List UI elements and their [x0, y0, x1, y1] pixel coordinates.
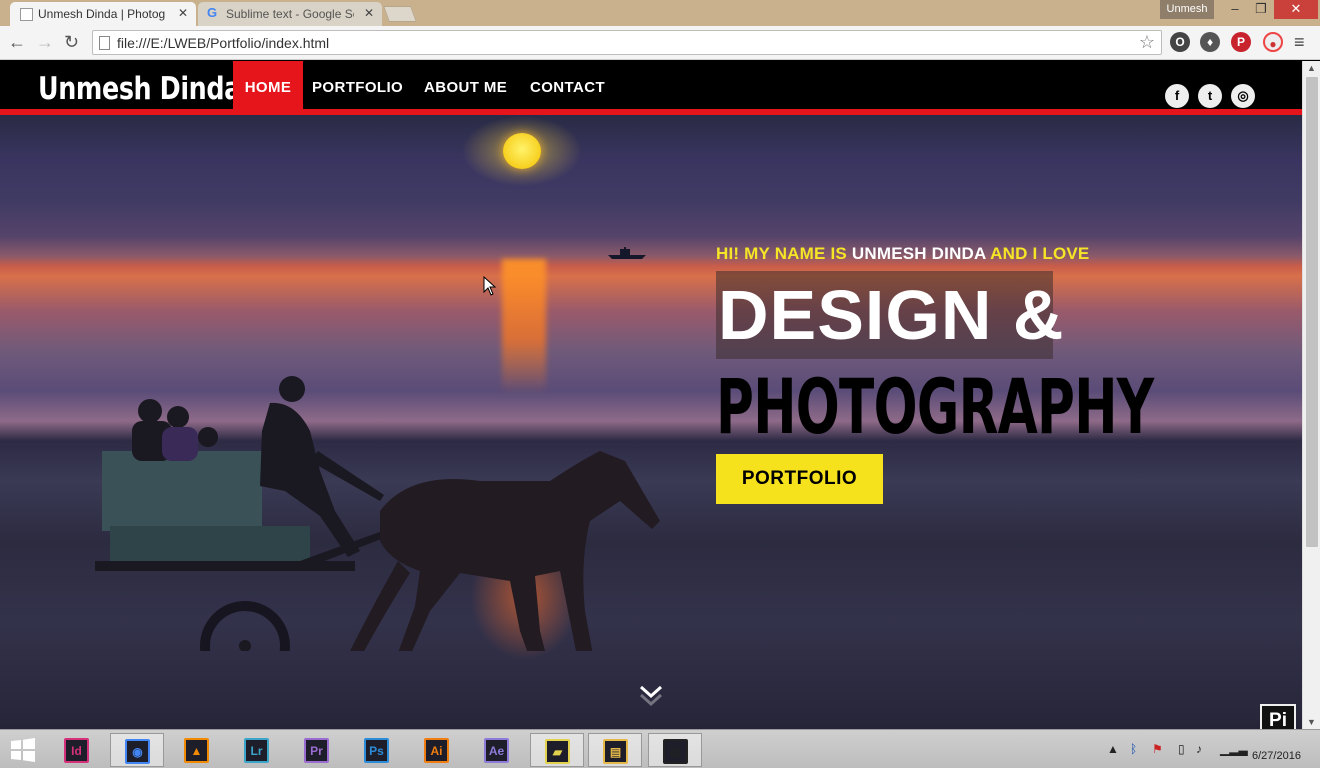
mouse-cursor-icon: [483, 276, 497, 296]
clock-date[interactable]: 6/27/2016: [1252, 750, 1301, 762]
google-favicon-icon: G: [207, 5, 218, 20]
tab-title: Unmesh Dinda | Photogra: [38, 7, 166, 21]
page-favicon-icon: [20, 8, 33, 21]
twitter-icon[interactable]: t: [1198, 84, 1222, 108]
intro-suffix: AND I LOVE: [985, 244, 1090, 263]
scroll-down-chevron-icon[interactable]: [638, 681, 664, 707]
taskbar-app-pr[interactable]: Pr: [290, 733, 344, 767]
ae-icon: Ae: [484, 738, 509, 763]
intro-prefix: HI! MY NAME IS: [716, 244, 852, 263]
battery-icon[interactable]: ▯: [1178, 742, 1185, 756]
taskbar-app-obs[interactable]: ◎: [648, 733, 702, 767]
new-tab-button[interactable]: [383, 6, 417, 22]
instagram-icon[interactable]: ◎: [1231, 84, 1255, 108]
facebook-icon[interactable]: f: [1165, 84, 1189, 108]
site-header: Unmesh Dinda HOME PORTFOLIO ABOUT ME CON…: [0, 61, 1302, 115]
site-logo[interactable]: Unmesh Dinda: [38, 71, 241, 107]
pr-icon: Pr: [304, 738, 329, 763]
scroll-thumb[interactable]: [1306, 77, 1318, 547]
volume-icon[interactable]: ♪: [1196, 742, 1202, 756]
pinterest-icon[interactable]: P: [1231, 32, 1251, 52]
horse-cart-silhouette: [95, 376, 660, 651]
taskbar-app-ai[interactable]: Ai: [410, 733, 464, 767]
extension-shield-icon[interactable]: ♦: [1200, 32, 1220, 52]
nav-contact[interactable]: CONTACT: [530, 61, 605, 115]
hero-heading-line1: DESIGN &: [718, 276, 1065, 354]
page-viewport: Unmesh Dinda HOME PORTFOLIO ABOUT ME CON…: [0, 61, 1302, 729]
hero-heading-line2: PHOTOGRAPHY: [716, 362, 1154, 451]
taskbar-app-id[interactable]: Id: [50, 733, 104, 767]
maximize-button[interactable]: ❐: [1248, 0, 1274, 19]
boat-silhouette: [608, 247, 646, 259]
explorer-icon: ▤: [603, 739, 628, 764]
intro-name: UNMESH DINDA: [851, 244, 986, 263]
tray-overflow-icon[interactable]: ▲: [1107, 742, 1119, 756]
action-center-icon[interactable]: ⚑: [1152, 742, 1163, 756]
url-text[interactable]: file:///E:/LWEB/Portfolio/index.html: [117, 35, 329, 51]
scroll-up-arrow-icon[interactable]: ▲: [1307, 63, 1316, 73]
chrome-menu-icon[interactable]: ≡: [1294, 32, 1305, 53]
close-tab-icon[interactable]: ✕: [364, 6, 374, 20]
taskbar-app-explorer[interactable]: ▤: [588, 733, 642, 767]
network-icon[interactable]: ▁▂▃: [1220, 742, 1248, 756]
address-bar[interactable]: file:///E:/LWEB/Portfolio/index.html ☆: [92, 30, 1162, 55]
ai-icon: Ai: [424, 738, 449, 763]
taskbar-app-ps[interactable]: Ps: [350, 733, 404, 767]
obs-icon: ◎: [663, 739, 688, 764]
tab-title: Sublime text - Google Sea: [226, 7, 354, 21]
vertical-scrollbar[interactable]: ▲ ▼: [1302, 61, 1320, 729]
close-tab-icon[interactable]: ✕: [178, 6, 188, 20]
minimize-button[interactable]: –: [1222, 0, 1248, 19]
tab-google-search[interactable]: G Sublime text - Google Sea ✕: [198, 2, 382, 26]
hero-intro: HI! MY NAME IS UNMESH DINDA AND I LOVE: [716, 244, 1089, 264]
forward-arrow-icon[interactable]: →: [36, 32, 54, 53]
taskbar-app-chrome[interactable]: ◉: [110, 733, 164, 767]
sticky-icon: ▰: [545, 739, 570, 764]
extension-opera-icon[interactable]: O: [1170, 32, 1190, 52]
windows-taskbar: Id ◉ ▲ Lr Pr Ps Ai Ae ▰ ▤ ◎ ▲ ᛒ ⚑ ▯ ♪ ▁▂▃ 6/27/201…: [0, 729, 1320, 768]
taskbar-app-lr[interactable]: Lr: [230, 733, 284, 767]
close-window-button[interactable]: ✕: [1274, 0, 1318, 19]
nav-about-me[interactable]: ABOUT ME: [424, 61, 507, 115]
portfolio-button[interactable]: PORTFOLIO: [716, 454, 883, 504]
sun-image: [503, 133, 541, 169]
lr-icon: Lr: [244, 738, 269, 763]
profile-badge[interactable]: Unmesh: [1160, 0, 1214, 19]
taskbar-app-sticky[interactable]: ▰: [530, 733, 584, 767]
back-arrow-icon[interactable]: ←: [8, 32, 26, 53]
windows-start-icon[interactable]: [8, 736, 38, 764]
nav-portfolio[interactable]: PORTFOLIO: [312, 61, 403, 115]
id-icon: Id: [64, 738, 89, 763]
extension-record-icon[interactable]: ●: [1263, 32, 1283, 52]
browser-toolbar: ← → ↻ file:///E:/LWEB/Portfolio/index.ht…: [0, 26, 1320, 60]
bookmark-star-icon[interactable]: ☆: [1139, 32, 1155, 53]
bluetooth-icon[interactable]: ᛒ: [1130, 742, 1137, 756]
ps-icon: Ps: [364, 738, 389, 763]
tab-portfolio[interactable]: Unmesh Dinda | Photogra ✕: [10, 2, 196, 26]
taskbar-app-ae[interactable]: Ae: [470, 733, 524, 767]
reload-icon[interactable]: ↻: [64, 32, 79, 53]
taskbar-app-vlc[interactable]: ▲: [170, 733, 224, 767]
chrome-icon: ◉: [125, 739, 150, 764]
browser-tab-bar: Unmesh Dinda | Photogra ✕ G Sublime text…: [0, 0, 1320, 26]
scroll-down-arrow-icon[interactable]: ▼: [1307, 717, 1316, 727]
nav-home[interactable]: HOME: [233, 61, 303, 115]
page-icon: [99, 36, 110, 50]
vlc-icon: ▲: [184, 738, 209, 763]
